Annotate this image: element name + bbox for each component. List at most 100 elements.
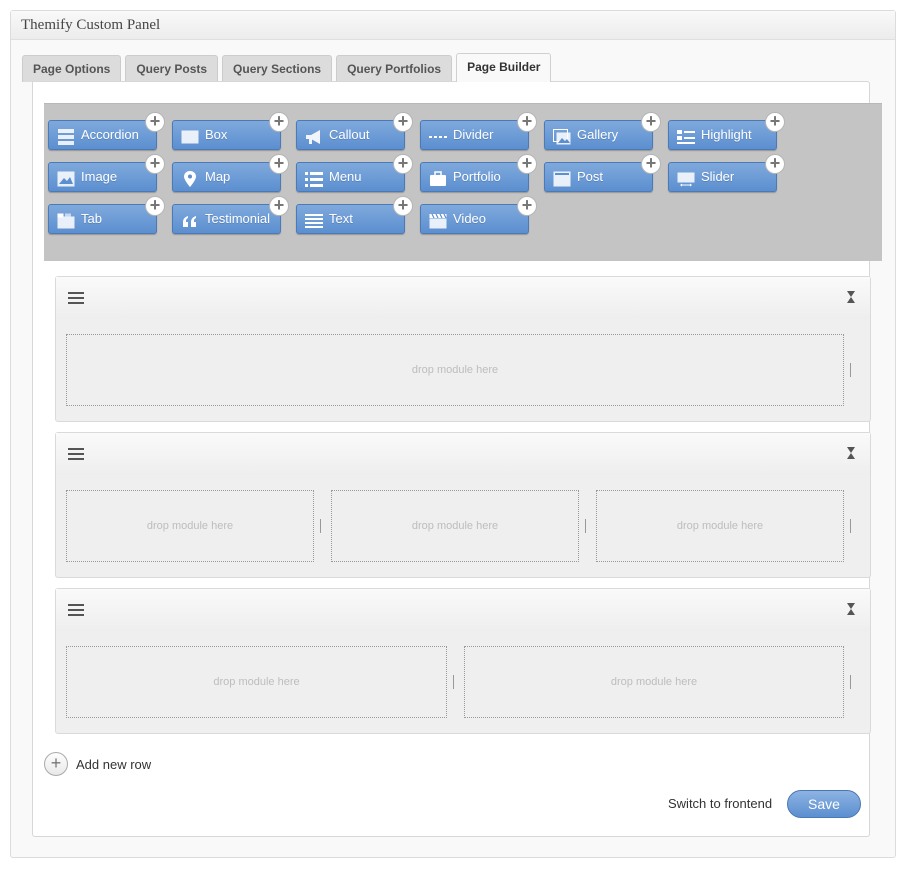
- module-portfolio[interactable]: Portfolio: [420, 162, 529, 192]
- drop-zone[interactable]: drop module here: [464, 646, 844, 718]
- add-testimonial-button[interactable]: +: [269, 196, 289, 216]
- add-video-button[interactable]: +: [517, 196, 537, 216]
- drop-zone[interactable]: drop module here: [66, 490, 314, 562]
- module-label: Accordion: [81, 127, 139, 142]
- accordion-icon: [57, 127, 75, 145]
- module-image[interactable]: Image: [48, 162, 157, 192]
- module-video[interactable]: Video: [420, 204, 529, 234]
- column-resize-handle[interactable]: [847, 675, 855, 689]
- row-header: [56, 589, 870, 631]
- module-label: Image: [81, 169, 118, 184]
- column-resize-handle[interactable]: [847, 519, 855, 533]
- page-builder-content: Accordion + Box + Callout + Divider + Ga…: [32, 81, 882, 837]
- add-map-button[interactable]: +: [269, 154, 289, 174]
- add-text-button[interactable]: +: [393, 196, 413, 216]
- module-callout[interactable]: Callout: [296, 120, 405, 150]
- module-label: Menu: [329, 169, 362, 184]
- module-post[interactable]: Post: [544, 162, 653, 192]
- builder-row-2: drop module here drop module here drop m…: [55, 432, 871, 578]
- builder-row-1: drop module here: [55, 276, 871, 422]
- add-box-button[interactable]: +: [269, 112, 289, 132]
- module-label: Post: [577, 169, 604, 184]
- box-icon: [181, 127, 199, 144]
- module-tab[interactable]: Tab: [48, 204, 157, 234]
- module-text[interactable]: Text: [296, 204, 405, 234]
- module-label: Box: [205, 127, 228, 142]
- add-portfolio-button[interactable]: +: [517, 154, 537, 174]
- module-label: Video: [453, 211, 487, 226]
- add-gallery-button[interactable]: +: [641, 112, 661, 132]
- drop-zone[interactable]: drop module here: [596, 490, 844, 562]
- divider-icon: [429, 127, 447, 143]
- module-slider[interactable]: Slider: [668, 162, 777, 192]
- clapperboard-icon: [429, 211, 447, 229]
- add-new-row-button[interactable]: + Add new row: [44, 751, 151, 777]
- add-callout-button[interactable]: +: [393, 112, 413, 132]
- save-button[interactable]: Save: [787, 790, 861, 818]
- module-label: Gallery: [577, 127, 619, 142]
- add-menu-button[interactable]: +: [393, 154, 413, 174]
- add-divider-button[interactable]: +: [517, 112, 537, 132]
- switch-to-frontend-link[interactable]: Switch to frontend: [668, 794, 772, 814]
- tab-icon: [57, 211, 75, 229]
- plus-icon: +: [44, 752, 68, 776]
- add-slider-button[interactable]: +: [765, 154, 785, 174]
- module-label: Tab: [81, 211, 102, 226]
- drag-handle-icon[interactable]: [68, 604, 84, 618]
- module-menu[interactable]: Menu: [296, 162, 405, 192]
- column-resize-handle[interactable]: [450, 675, 458, 689]
- tab-page-options[interactable]: Page Options: [22, 55, 122, 82]
- tab-page-builder[interactable]: Page Builder: [456, 53, 552, 82]
- collapse-toggle-icon[interactable]: [846, 601, 856, 617]
- drop-zone[interactable]: drop module here: [331, 490, 579, 562]
- tab-query-posts[interactable]: Query Posts: [125, 55, 219, 82]
- row-header: [56, 433, 870, 475]
- tab-query-portfolios[interactable]: Query Portfolios: [336, 55, 453, 82]
- add-post-button[interactable]: +: [641, 154, 661, 174]
- module-label: Map: [205, 169, 231, 184]
- megaphone-icon: [305, 127, 323, 144]
- module-label: Slider: [701, 169, 735, 184]
- collapse-toggle-icon[interactable]: [846, 445, 856, 461]
- column-resize-handle[interactable]: [847, 363, 855, 377]
- add-highlight-button[interactable]: +: [765, 112, 785, 132]
- module-palette: Accordion + Box + Callout + Divider + Ga…: [44, 103, 882, 261]
- module-box[interactable]: Box: [172, 120, 281, 150]
- menu-list-icon: [305, 169, 323, 187]
- custom-panel: Themify Custom Panel Page Options Query …: [10, 10, 896, 858]
- drop-zone[interactable]: drop module here: [66, 646, 447, 718]
- column-resize-handle[interactable]: [582, 519, 590, 533]
- map-pin-icon: [181, 169, 199, 187]
- module-divider[interactable]: Divider: [420, 120, 529, 150]
- row-header: [56, 277, 870, 319]
- tab-query-sections[interactable]: Query Sections: [222, 55, 333, 82]
- add-tab-button[interactable]: +: [145, 196, 165, 216]
- module-label: Highlight: [701, 127, 752, 142]
- drag-handle-icon[interactable]: [68, 448, 84, 462]
- column-resize-handle[interactable]: [317, 519, 325, 533]
- highlight-icon: [677, 127, 695, 144]
- add-image-button[interactable]: +: [145, 154, 165, 174]
- drop-zone[interactable]: drop module here: [66, 334, 844, 406]
- module-gallery[interactable]: Gallery: [544, 120, 653, 150]
- module-label: Text: [329, 211, 353, 226]
- module-accordion[interactable]: Accordion: [48, 120, 157, 150]
- panel-title: Themify Custom Panel: [11, 11, 895, 40]
- tab-bar: Page Options Query Posts Query Sections …: [22, 53, 552, 82]
- quote-icon: [181, 211, 199, 227]
- post-icon: [553, 169, 571, 187]
- image-icon: [57, 169, 75, 187]
- module-map[interactable]: Map: [172, 162, 281, 192]
- module-label: Portfolio: [453, 169, 501, 184]
- module-testimonial[interactable]: Testimonial: [172, 204, 281, 234]
- drag-handle-icon[interactable]: [68, 292, 84, 306]
- collapse-toggle-icon[interactable]: [846, 289, 856, 305]
- builder-row-3: drop module here drop module here: [55, 588, 871, 734]
- gallery-icon: [553, 127, 571, 145]
- add-accordion-button[interactable]: +: [145, 112, 165, 132]
- module-highlight[interactable]: Highlight: [668, 120, 777, 150]
- briefcase-icon: [429, 169, 447, 186]
- slider-icon: [677, 169, 695, 187]
- text-lines-icon: [305, 211, 323, 228]
- module-label: Callout: [329, 127, 370, 142]
